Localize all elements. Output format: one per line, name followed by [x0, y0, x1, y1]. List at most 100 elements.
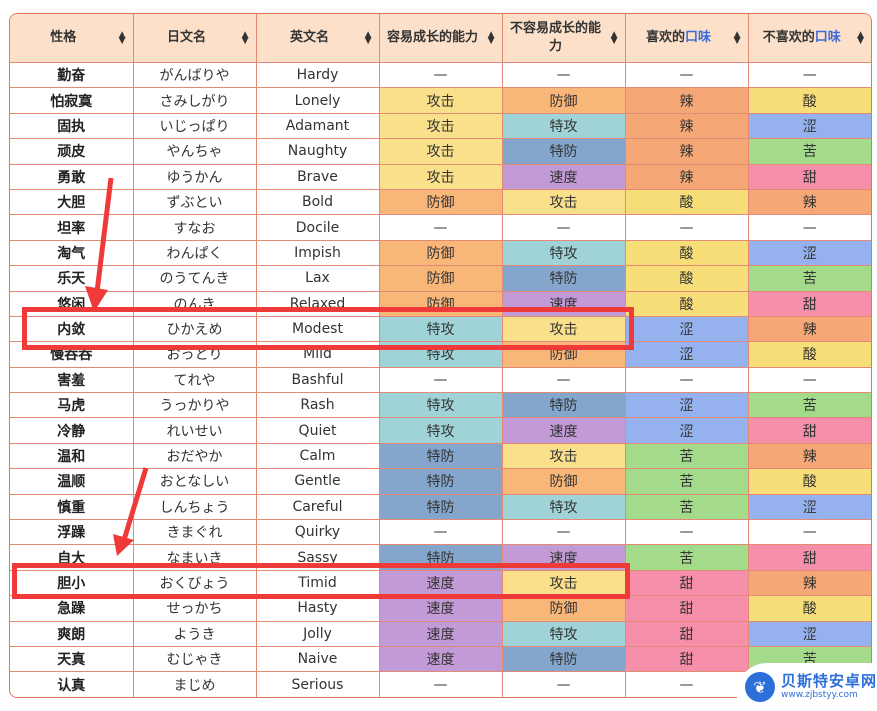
liked-flavor-cell: — [625, 214, 749, 241]
japanese-name-cell: やんちゃ [133, 138, 257, 165]
nature-cell: 马虎 [10, 392, 134, 419]
japanese-name-cell: うっかりや [133, 392, 257, 419]
english-name-cell: Naive [256, 646, 380, 673]
table-row: 慎重 しんちょう Careful 特防 特攻苦涩 [10, 494, 871, 521]
raised-stat-cell: 速度 [379, 646, 503, 673]
disliked-flavor-cell: — [748, 367, 871, 394]
japanese-name-cell: のんき [133, 291, 257, 317]
english-name-cell: Lax [256, 265, 380, 292]
japanese-name-cell: おくびょう [133, 570, 257, 597]
sort-updown-icon[interactable]: ▲ ▼ [365, 31, 372, 46]
japanese-name-cell: しんちょう [133, 494, 257, 521]
japanese-name-cell: すなお [133, 214, 257, 241]
english-name-cell: Timid [256, 570, 380, 597]
english-name-cell: Lonely [256, 87, 380, 114]
japanese-name-cell: いじっぱり [133, 113, 257, 140]
nature-cell: 天真 [10, 646, 134, 673]
lowered-stat-cell: 攻击 [502, 443, 626, 470]
disliked-flavor-cell: 辣 [748, 570, 871, 597]
column-header-5[interactable]: 喜欢的口味 ▲ ▼ [625, 14, 749, 63]
nature-cell: 勇敢 [10, 164, 134, 190]
sort-updown-icon[interactable]: ▲ ▼ [734, 31, 741, 46]
watermark-title: 贝斯特安卓网 [781, 672, 877, 690]
raised-stat-cell: 速度 [379, 621, 503, 647]
lowered-stat-cell: 速度 [502, 417, 626, 444]
column-header-link[interactable]: 口味 [685, 30, 711, 45]
liked-flavor-cell: 甜 [625, 646, 749, 673]
table-body: 勤奋 がんばりや Hardy — — — — 怕寂寞 さみしがり Lonely 攻击 防御辣酸固执 いじ… [10, 62, 871, 697]
disliked-flavor-cell: 苦 [748, 138, 871, 165]
table-row: 勤奋 がんばりや Hardy — — — — [10, 62, 871, 89]
liked-flavor-cell: 涩 [625, 392, 749, 419]
disliked-flavor-cell: — [748, 214, 871, 241]
lowered-stat-cell: 特攻 [502, 240, 626, 267]
column-header-1[interactable]: 日文名 ▲ ▼ [133, 14, 257, 63]
sort-updown-icon[interactable]: ▲ ▼ [611, 31, 618, 46]
english-name-cell: Mild [256, 341, 380, 368]
column-header-2[interactable]: 英文名 ▲ ▼ [256, 14, 380, 63]
table-row: 坦率 すなお Docile — — — — [10, 214, 871, 241]
lowered-stat-cell: 速度 [502, 291, 626, 317]
english-name-cell: Bold [256, 189, 380, 216]
disliked-flavor-cell: 苦 [748, 392, 871, 419]
disliked-flavor-cell: 酸 [748, 341, 871, 368]
nature-cell: 温和 [10, 443, 134, 470]
table-row: 淘气 わんぱく Impish 防御 特攻酸涩 [10, 240, 871, 267]
lowered-stat-cell: 特防 [502, 138, 626, 165]
nature-cell: 急躁 [10, 595, 134, 622]
sort-updown-icon[interactable]: ▲ ▼ [488, 31, 495, 46]
japanese-name-cell: ひかえめ [133, 316, 257, 343]
table-row: 温顺 おとなしい Gentle 特防 防御苦酸 [10, 468, 871, 495]
sort-updown-icon[interactable]: ▲ ▼ [857, 31, 864, 46]
column-header-4[interactable]: 不容易成长的能力 ▲ ▼ [502, 14, 626, 63]
raised-stat-cell: 特防 [379, 443, 503, 470]
liked-flavor-cell: 涩 [625, 417, 749, 444]
watermark: ❦ 贝斯特安卓网 www.zjbstyy.com [737, 663, 877, 711]
japanese-name-cell: おっとり [133, 341, 257, 368]
lowered-stat-cell: 速度 [502, 544, 626, 571]
column-header-label: 不喜欢的 [762, 30, 815, 45]
liked-flavor-cell: 酸 [625, 265, 749, 292]
table-row: 乐天 のうてんき Lax 防御 特防酸苦 [10, 265, 871, 292]
disliked-flavor-cell: 涩 [748, 113, 871, 140]
column-header-0[interactable]: 性格 ▲ ▼ [10, 14, 134, 63]
nature-cell: 冷静 [10, 417, 134, 444]
column-header-label: 英文名 [289, 30, 329, 45]
liked-flavor-cell: 涩 [625, 316, 749, 343]
table-row: 爽朗 ようき Jolly 速度 特攻甜涩 [10, 621, 871, 647]
sort-updown-icon[interactable]: ▲ ▼ [242, 31, 249, 46]
lowered-stat-cell: — [502, 367, 626, 394]
shell-logo-icon: ❦ [745, 672, 775, 702]
lowered-stat-cell: 防御 [502, 468, 626, 495]
disliked-flavor-cell: — [748, 62, 871, 89]
column-header-3[interactable]: 容易成长的能力 ▲ ▼ [379, 14, 503, 63]
disliked-flavor-cell: 辣 [748, 443, 871, 470]
english-name-cell: Relaxed [256, 291, 380, 317]
liked-flavor-cell: 辣 [625, 87, 749, 114]
sort-updown-icon[interactable]: ▲ ▼ [119, 31, 126, 46]
japanese-name-cell: ずぶとい [133, 189, 257, 216]
column-header-link[interactable]: 口味 [815, 30, 841, 45]
nature-cell: 慎重 [10, 494, 134, 521]
nature-cell: 悠闲 [10, 291, 134, 317]
lowered-stat-cell: 特攻 [502, 113, 626, 140]
nature-cell: 顽皮 [10, 138, 134, 165]
column-header-6[interactable]: 不喜欢的口味 ▲ ▼ [748, 14, 871, 63]
raised-stat-cell: 特防 [379, 468, 503, 495]
nature-table: 性格 ▲ ▼ 日文名 ▲ ▼ 英文名 ▲ ▼ 容易成长的能力 ▲ ▼ 不容易成长的能力 ▲ ▼ 喜欢的口味 ▲ ▼… [10, 14, 871, 697]
english-name-cell: Impish [256, 240, 380, 267]
raised-stat-cell: 攻击 [379, 138, 503, 165]
table-row: 冷静 れいせい Quiet 特攻 速度涩甜 [10, 417, 871, 444]
column-header-label: 日文名 [166, 30, 206, 45]
raised-stat-cell: — [379, 519, 503, 546]
raised-stat-cell: — [379, 62, 503, 89]
disliked-flavor-cell: 甜 [748, 544, 871, 571]
english-name-cell: Hardy [256, 62, 380, 89]
column-header-label: 容易成长的能力 [386, 30, 478, 45]
raised-stat-cell: 速度 [379, 595, 503, 622]
disliked-flavor-cell: 涩 [748, 494, 871, 521]
table-row: 怕寂寞 さみしがり Lonely 攻击 防御辣酸 [10, 87, 871, 114]
liked-flavor-cell: — [625, 367, 749, 394]
nature-cell: 害羞 [10, 367, 134, 394]
raised-stat-cell: — [379, 367, 503, 394]
